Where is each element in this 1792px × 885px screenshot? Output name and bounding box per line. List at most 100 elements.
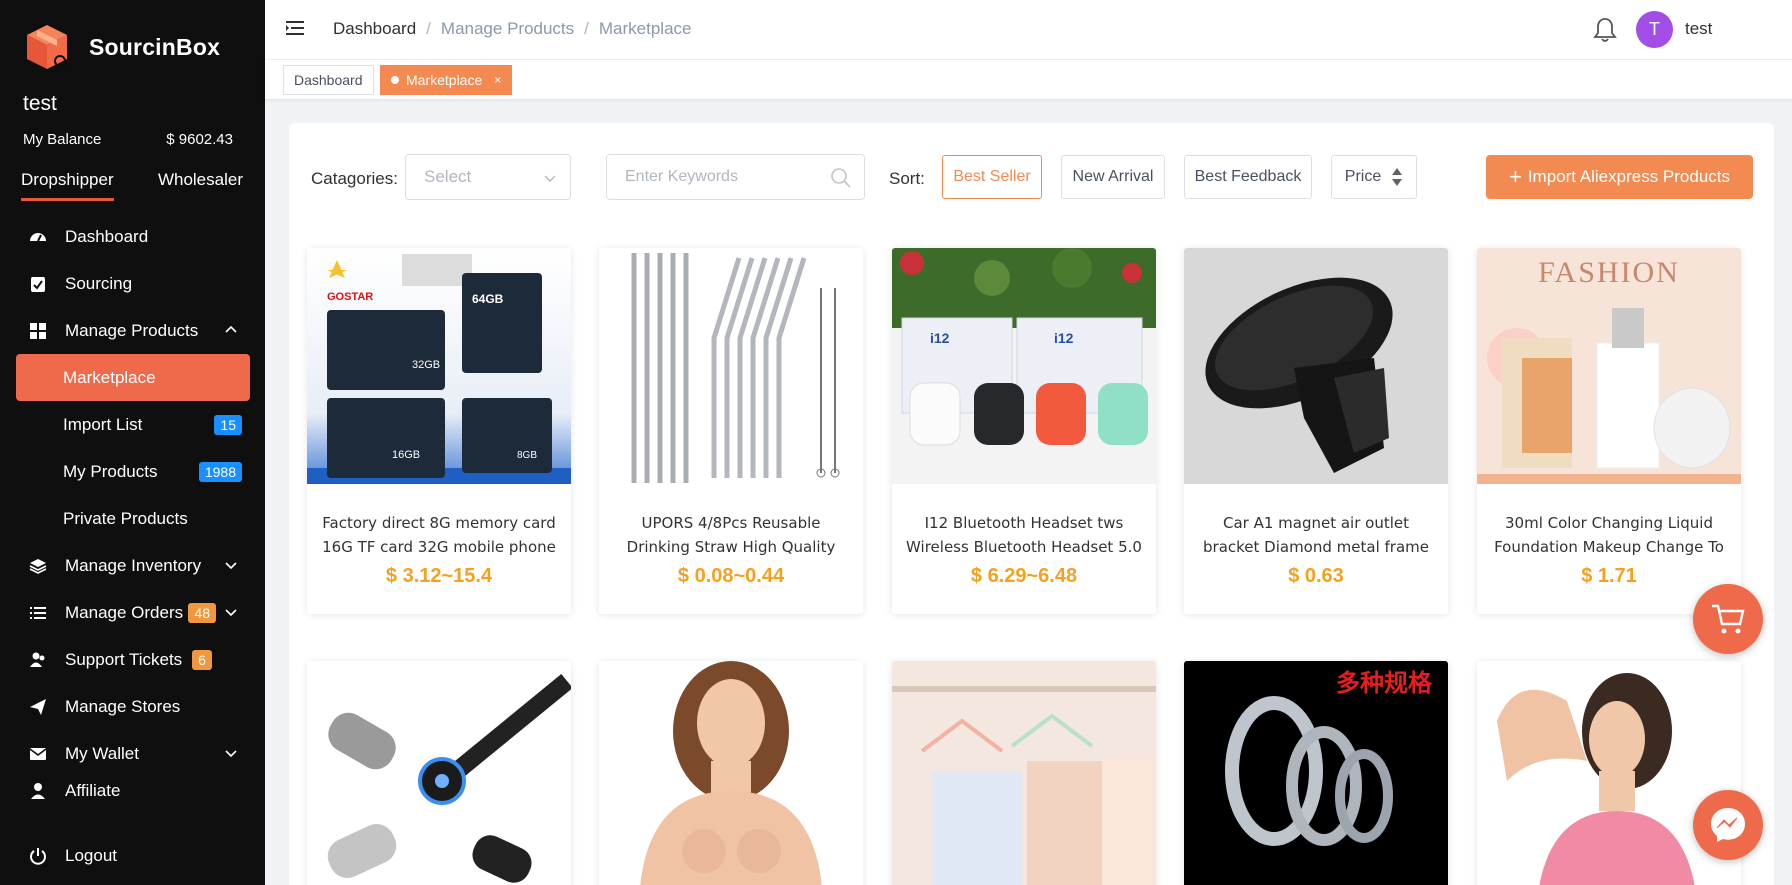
- car-mount-image: [1184, 248, 1448, 484]
- product-title: I12 Bluetooth Headset tws Wireless Bluet…: [906, 514, 1142, 555]
- product-card[interactable]: Car A1 magnet air outlet bracket Diamond…: [1184, 248, 1448, 614]
- sidebar-item-support-tickets[interactable]: Support Tickets 6: [16, 636, 250, 683]
- product-card[interactable]: 多种规格: [1184, 661, 1448, 885]
- categories-select[interactable]: Select: [405, 154, 571, 200]
- product-title: Car A1 magnet air outlet bracket Diamond…: [1203, 514, 1429, 555]
- dashboard-gauge-icon: [28, 227, 48, 247]
- sidebar-item-label: Manage Orders: [65, 602, 184, 622]
- breadcrumb-separator: /: [426, 19, 431, 38]
- sort-best-seller-button[interactable]: Best Seller: [942, 155, 1042, 199]
- product-price: $ 6.29~6.48: [970, 565, 1078, 587]
- tag-dashboard[interactable]: Dashboard: [283, 65, 374, 95]
- box-logo-icon: [27, 25, 67, 69]
- sports-bra-image: [1477, 661, 1741, 885]
- brand[interactable]: SourcinBox: [22, 22, 220, 72]
- product-card[interactable]: FASHION 30ml Color Changing Liquid Found…: [1477, 248, 1741, 614]
- product-card[interactable]: GOSTAR 64GB 32GB 16GB 8GB Factory direct…: [307, 248, 571, 614]
- logout-button[interactable]: Logout: [16, 832, 250, 879]
- search-icon[interactable]: [830, 167, 852, 189]
- product-image: GOSTAR 64GB 32GB 16GB 8GB: [307, 248, 571, 484]
- sidebar-item-manage-orders[interactable]: Manage Orders 48: [16, 589, 250, 636]
- hangers-image: [892, 661, 1156, 885]
- logout: Logout: [16, 832, 250, 879]
- product-price: $ 0.08~0.44: [677, 565, 785, 587]
- product-card[interactable]: UPORS 4/8Pcs Reusable Drinking Straw Hig…: [599, 248, 863, 614]
- search-input[interactable]: [607, 155, 807, 199]
- sidebar-item-dashboard[interactable]: Dashboard: [16, 213, 250, 260]
- sidebar-item-affiliate[interactable]: Affiliate: [16, 777, 250, 801]
- breadcrumb-dashboard[interactable]: Dashboard: [333, 19, 416, 39]
- product-image: i12 i12: [892, 248, 1156, 484]
- import-aliexpress-button[interactable]: + Import Aliexpress Products: [1486, 155, 1753, 199]
- product-title: 30ml Color Changing Liquid Foundation Ma…: [1494, 514, 1724, 555]
- product-card[interactable]: [1477, 661, 1741, 885]
- breadcrumb-manage-products[interactable]: Manage Products: [441, 19, 574, 39]
- product-price: $ 1.71: [1581, 565, 1637, 587]
- chevron-down-icon: [544, 175, 556, 182]
- sidebar-item-manage-products[interactable]: Manage Products: [16, 307, 250, 354]
- logout-label: Logout: [65, 845, 117, 865]
- sidebar-item-marketplace[interactable]: Marketplace: [16, 354, 250, 401]
- grid-icon: [28, 321, 48, 341]
- product-card[interactable]: [599, 661, 863, 885]
- sidebar-item-label: Manage Stores: [65, 696, 181, 716]
- categories-select-value: Select: [424, 167, 472, 186]
- send-icon: [28, 697, 48, 717]
- memory-card-image: GOSTAR 64GB 32GB 16GB 8GB: [307, 248, 571, 484]
- tags-bar: Dashboard Marketplace ×: [265, 60, 1792, 99]
- sidebar-item-manage-stores[interactable]: Manage Stores: [16, 683, 250, 730]
- sort-best-feedback-button[interactable]: Best Feedback: [1184, 155, 1312, 199]
- chevron-down-icon: [225, 609, 237, 617]
- sidebar-item-private-products[interactable]: Private Products: [16, 495, 250, 542]
- tab-dropshipper[interactable]: Dropshipper: [21, 170, 114, 201]
- sidebar-item-label: My Products: [63, 461, 158, 481]
- product-card[interactable]: [307, 661, 571, 885]
- tag-marketplace[interactable]: Marketplace ×: [380, 65, 513, 95]
- power-icon: [28, 846, 48, 866]
- sidebar-menu: Dashboard Sourcing Manage Products Marke…: [16, 213, 250, 801]
- close-icon[interactable]: ×: [494, 73, 501, 87]
- tab-wholesaler[interactable]: Wholesaler: [158, 170, 243, 201]
- count-badge: 48: [188, 603, 216, 623]
- menu-toggle-icon[interactable]: [285, 18, 305, 38]
- sidebar-item-sourcing[interactable]: Sourcing: [16, 260, 250, 307]
- avatar[interactable]: T: [1636, 11, 1673, 48]
- sidebar-item-label: Private Products: [63, 508, 188, 528]
- chevron-down-icon: [225, 562, 237, 570]
- sort-price-button[interactable]: Price: [1331, 155, 1417, 199]
- sd-32-text: 32GB: [412, 359, 440, 371]
- bell-icon[interactable]: [1592, 16, 1618, 44]
- sidebar-item-manage-inventory[interactable]: Manage Inventory: [16, 542, 250, 589]
- active-dot-icon: [391, 76, 399, 84]
- product-card[interactable]: [892, 661, 1156, 885]
- sd-64-text: 64GB: [472, 292, 504, 306]
- sidebar-item-label: Manage Inventory: [65, 555, 202, 575]
- earbuds-image: i12 i12: [892, 248, 1156, 484]
- tape-image: 多种规格: [1184, 661, 1448, 885]
- sidebar-item-my-wallet[interactable]: My Wallet: [16, 730, 250, 777]
- sidebar-username: test: [23, 92, 57, 115]
- topbar-username[interactable]: test: [1685, 19, 1712, 39]
- sidebar-item-label: My Wallet: [65, 743, 139, 763]
- sort-arrows-icon: [1392, 168, 1403, 186]
- breadcrumb-separator: /: [584, 19, 589, 38]
- foundation-image: FASHION: [1477, 248, 1741, 484]
- product-card[interactable]: i12 i12 I12 Bluetooth Headset tws Wirele…: [892, 248, 1156, 614]
- sidebar-item-import-list[interactable]: Import List 15: [16, 401, 250, 448]
- sidebar-item-my-products[interactable]: My Products 1988: [16, 448, 250, 495]
- sidebar-item-label: Support Tickets: [65, 649, 183, 669]
- sort-label: Sort:: [889, 169, 925, 188]
- balance: My Balance $ 9602.43: [23, 131, 233, 148]
- product-image: FASHION: [1477, 248, 1741, 484]
- sort-new-arrival-button[interactable]: New Arrival: [1061, 155, 1165, 199]
- product-title: Factory direct 8G memory card 16G TF car…: [322, 514, 556, 555]
- categories-label: Catagories:: [311, 169, 398, 188]
- product-title: UPORS 4/8Pcs Reusable Drinking Straw Hig…: [626, 514, 836, 555]
- messenger-floating-button[interactable]: [1693, 790, 1763, 860]
- messenger-icon: [1711, 808, 1745, 842]
- sidebar-item-label: Dashboard: [65, 226, 149, 246]
- cart-floating-button[interactable]: [1693, 584, 1763, 654]
- tag-label: Marketplace: [406, 72, 483, 88]
- sidebar-item-label: Manage Products: [65, 320, 199, 340]
- sd-8-text: 8GB: [517, 450, 537, 461]
